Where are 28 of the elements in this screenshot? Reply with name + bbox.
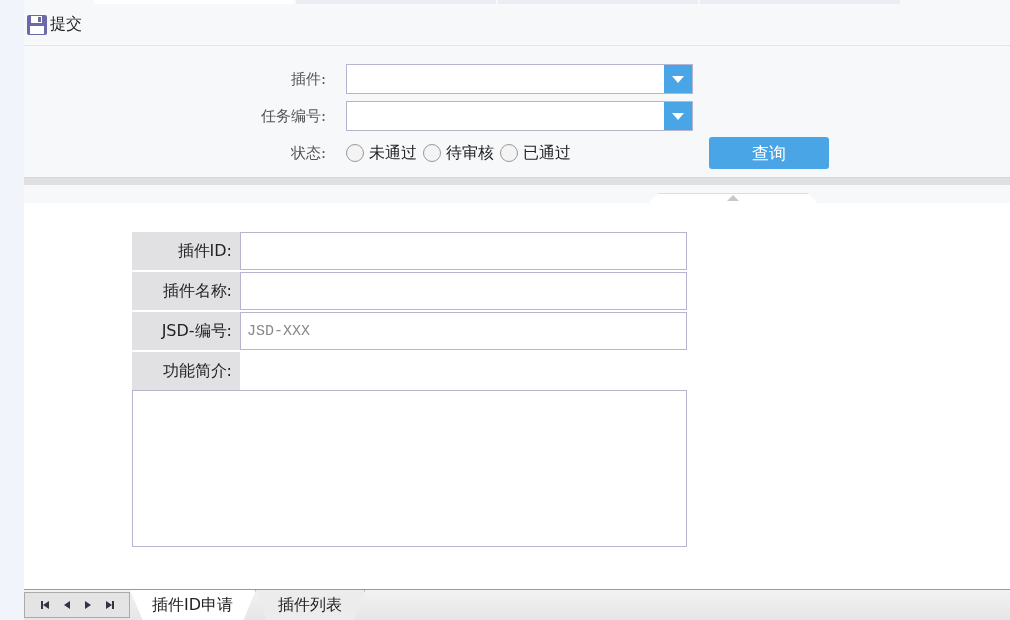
radio-circle[interactable]: [500, 144, 518, 162]
form-label: 功能简介:: [132, 352, 240, 390]
form-label: 插件名称:: [132, 272, 240, 310]
status-radio[interactable]: 待审核: [423, 142, 494, 164]
up-arrow-icon: [727, 195, 739, 201]
sheet-tab[interactable]: 插件ID申请: [130, 590, 257, 620]
next-icon[interactable]: [83, 600, 92, 610]
previous-icon[interactable]: [62, 600, 71, 610]
submit-button[interactable]: 提交: [24, 13, 84, 36]
form-label: JSD-编号:: [132, 312, 240, 350]
status-radio[interactable]: 已通过: [500, 142, 571, 164]
dropdown-arrow-icon: [672, 112, 684, 120]
input-field[interactable]: [240, 232, 687, 270]
sheet-tab[interactable]: 插件列表: [256, 590, 366, 620]
first-page-icon[interactable]: [39, 600, 50, 610]
dropdown-arrow-icon: [672, 75, 684, 83]
task-number-dropdown[interactable]: [346, 101, 693, 131]
form-label: 插件ID:: [132, 232, 240, 270]
radio-circle[interactable]: [423, 144, 441, 162]
last-page-icon[interactable]: [104, 600, 115, 610]
field-label: 任务编号:: [259, 106, 327, 126]
plugin-dropdown[interactable]: [346, 64, 693, 94]
input-field[interactable]: [240, 272, 687, 310]
field-label: 状态:: [289, 143, 327, 163]
input-field[interactable]: JSD-XXX: [240, 312, 687, 350]
status-radio[interactable]: 未通过: [346, 142, 417, 164]
radio-circle[interactable]: [346, 144, 364, 162]
field-label: 插件:: [289, 69, 327, 89]
